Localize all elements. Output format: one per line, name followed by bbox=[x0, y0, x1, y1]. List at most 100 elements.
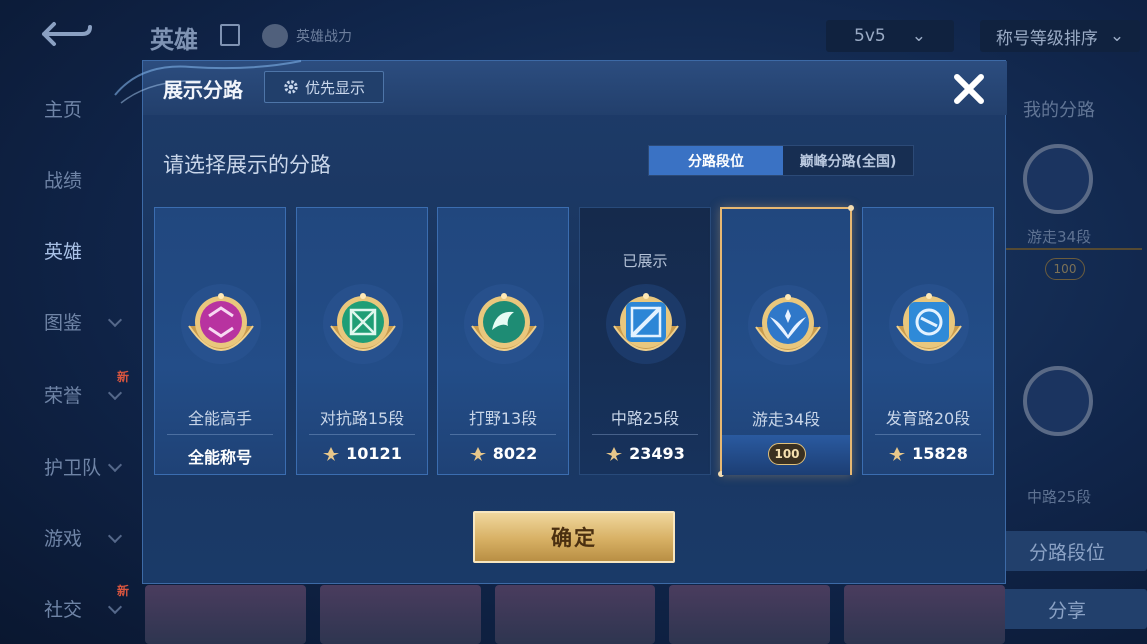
lane-score: 10121 bbox=[297, 444, 427, 463]
nav-label: 护卫队 bbox=[44, 456, 102, 479]
card-divider bbox=[309, 434, 415, 435]
lane-score: 23493 bbox=[580, 444, 710, 463]
lane-score-value: 23493 bbox=[629, 444, 685, 463]
hero-thumbnail[interactable] bbox=[669, 585, 831, 644]
chevron-down-icon: ⌄ bbox=[911, 26, 926, 46]
hero-page-title: 英雄 bbox=[150, 26, 198, 54]
mid-lane-emblem-icon bbox=[606, 284, 686, 364]
close-icon[interactable] bbox=[949, 69, 989, 109]
lane-score-value: 15828 bbox=[912, 444, 968, 463]
rp-banner: 100 bbox=[1002, 248, 1142, 288]
farm-lane-emblem-icon bbox=[889, 284, 969, 364]
nav-label: 社交 bbox=[44, 598, 83, 621]
nav-item-honor[interactable]: 荣誉 新 bbox=[0, 370, 140, 414]
hero-power-link[interactable]: 英雄战力 bbox=[262, 24, 352, 48]
chevron-down-icon: ⌄ bbox=[1109, 26, 1125, 46]
lane-score: 全能称号 bbox=[155, 444, 285, 468]
nav-label: 英雄 bbox=[44, 240, 83, 263]
card-divider bbox=[167, 434, 273, 435]
hero-power-icon bbox=[262, 24, 288, 48]
dialog-title: 展示分路 bbox=[163, 78, 243, 102]
rp-bottom-label: 中路25段 bbox=[1027, 488, 1092, 506]
lane-name: 游走34段 bbox=[751, 410, 821, 429]
chevron-down-icon bbox=[107, 528, 123, 544]
lane-score: 15828 bbox=[863, 444, 993, 463]
all-round-title-label: 全能称号 bbox=[187, 448, 252, 467]
lane-card-support[interactable]: 游走34段 100 bbox=[718, 205, 854, 477]
lane-score-value: 10121 bbox=[346, 444, 402, 463]
hero-thumbnail[interactable] bbox=[494, 585, 656, 644]
support-lane-emblem-icon bbox=[748, 285, 828, 365]
tab-lane-rank[interactable]: 分路段位 bbox=[649, 146, 783, 175]
corner-dot bbox=[848, 205, 854, 211]
nav-label: 游戏 bbox=[44, 527, 83, 550]
nav-item-record[interactable]: 战绩 bbox=[0, 159, 140, 199]
hero-thumbnail[interactable] bbox=[844, 585, 1005, 644]
confirm-button[interactable]: 确定 bbox=[473, 511, 675, 563]
chevron-down-icon bbox=[107, 599, 123, 615]
lane-score-value: 8022 bbox=[492, 444, 538, 463]
nav-item-guard[interactable]: 护卫队 bbox=[0, 446, 140, 486]
lane-score-icon bbox=[606, 446, 623, 461]
lane-score-icon bbox=[889, 446, 906, 461]
rp-top-label: 游走34段 bbox=[1027, 228, 1092, 246]
mode-select-value: 5v5 bbox=[854, 26, 886, 46]
new-badge: 新 bbox=[117, 584, 130, 598]
shown-status: 已展示 bbox=[622, 252, 668, 270]
sort-select-value: 称号等级排序 bbox=[995, 28, 1098, 49]
card-divider bbox=[592, 434, 698, 435]
hero-strip bbox=[145, 585, 1005, 644]
nav-item-social[interactable]: 社交 新 bbox=[0, 584, 140, 628]
nav-label: 图鉴 bbox=[44, 311, 83, 334]
lane-name: 对抗路15段 bbox=[319, 409, 405, 428]
new-badge: 新 bbox=[117, 370, 130, 384]
my-lane-title: 我的分路 bbox=[1023, 100, 1095, 121]
nav-label: 主页 bbox=[44, 98, 83, 121]
nav-label: 战绩 bbox=[44, 169, 83, 192]
support-lane-badge-icon bbox=[1023, 144, 1093, 214]
gear-icon bbox=[284, 80, 298, 94]
share-button[interactable]: 分享 bbox=[987, 589, 1147, 629]
lane-card-clash[interactable]: 对抗路15段 10121 bbox=[296, 207, 428, 475]
mid-lane-badge-icon bbox=[1023, 366, 1093, 436]
lane-rank-button[interactable]: 分路段位 bbox=[987, 531, 1147, 571]
lane-score-icon bbox=[469, 446, 486, 461]
dialog-subtitle: 请选择展示的分路 bbox=[163, 153, 331, 177]
lane-tab-group: 分路段位 巅峰分路(全国) bbox=[648, 145, 914, 176]
clash-lane-emblem-icon bbox=[323, 284, 403, 364]
lane-score-icon bbox=[323, 446, 340, 461]
hero-thumbnail[interactable] bbox=[319, 585, 481, 644]
chevron-down-icon bbox=[107, 457, 123, 473]
chevron-down-icon bbox=[107, 385, 123, 401]
back-arrow-icon[interactable] bbox=[34, 18, 96, 52]
rp-banner-number: 100 bbox=[1045, 258, 1085, 280]
lane-name: 发育路20段 bbox=[885, 409, 971, 428]
nav-label: 荣誉 bbox=[44, 384, 83, 407]
lane-score: 8022 bbox=[438, 444, 568, 463]
hero-power-label: 英雄战力 bbox=[296, 29, 352, 45]
lane-card-mid[interactable]: 已展示 中路25段 23493 bbox=[579, 207, 711, 475]
lane-card-farm[interactable]: 发育路20段 15828 bbox=[862, 207, 994, 475]
tab-peak-lane[interactable]: 巅峰分路(全国) bbox=[783, 146, 913, 175]
card-divider bbox=[450, 434, 556, 435]
jungle-emblem-icon bbox=[464, 284, 544, 364]
lane-card-all-round[interactable]: 全能高手 全能称号 bbox=[154, 207, 286, 475]
lane-banner: 100 bbox=[722, 435, 850, 475]
lane-name: 打野13段 bbox=[468, 409, 538, 428]
display-lane-dialog: 展示分路 优先显示 请选择展示的分路 分路段位 巅峰分路(全国) 全能高手 全能… bbox=[114, 60, 1007, 584]
lane-card-jungle[interactable]: 打野13段 8022 bbox=[437, 207, 569, 475]
nav-item-hero[interactable]: 英雄 bbox=[0, 230, 140, 270]
card-divider bbox=[875, 434, 981, 435]
lane-card-list: 全能高手 全能称号 对抗路15段 10121 打野13段 8022 已展示 中路… bbox=[154, 205, 996, 477]
list-icon[interactable] bbox=[220, 24, 240, 46]
mode-select[interactable]: 5v5 ⌄ bbox=[826, 20, 954, 52]
priority-display-button[interactable]: 优先显示 bbox=[264, 71, 384, 103]
all-round-emblem-icon bbox=[181, 284, 261, 364]
lane-banner-number: 100 bbox=[768, 443, 806, 465]
lane-name: 全能高手 bbox=[187, 409, 252, 428]
sort-select[interactable]: 称号等级排序 ⌄ bbox=[980, 20, 1140, 52]
nav-item-game[interactable]: 游戏 bbox=[0, 517, 140, 557]
nav-item-codex[interactable]: 图鉴 bbox=[0, 301, 140, 341]
hero-thumbnail[interactable] bbox=[145, 585, 306, 644]
dialog-header: 展示分路 优先显示 bbox=[114, 60, 1007, 115]
